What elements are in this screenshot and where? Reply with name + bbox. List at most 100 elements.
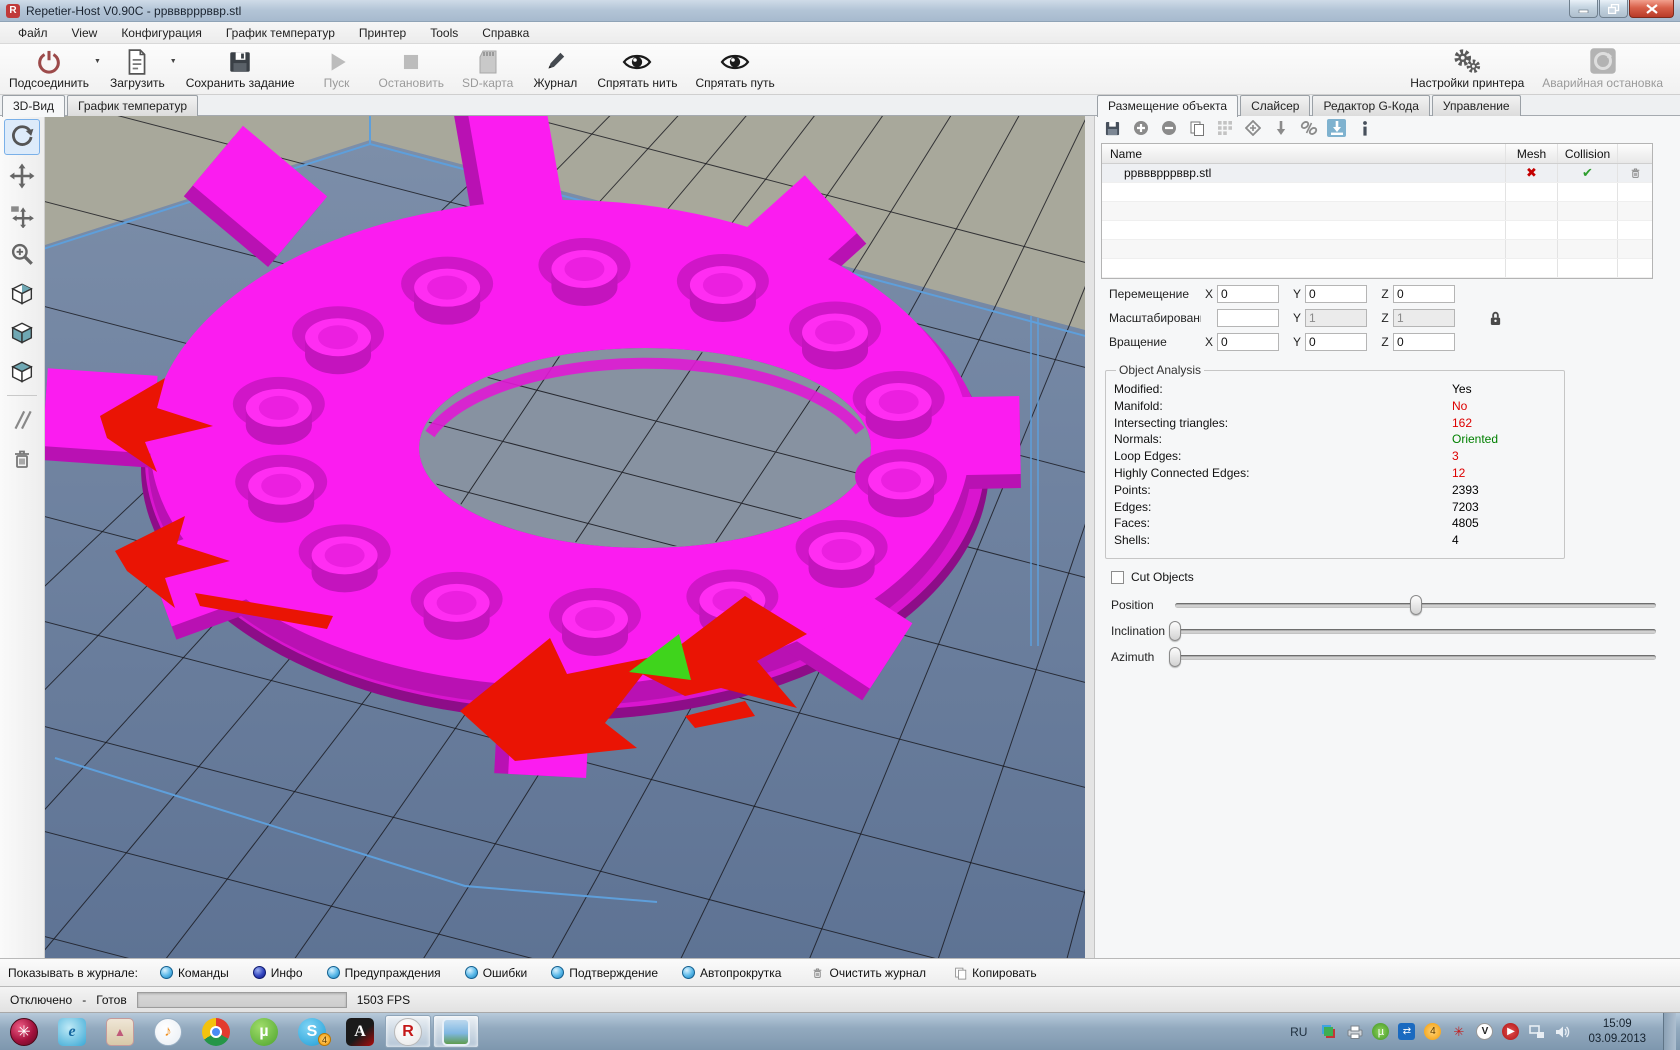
play-tray-icon[interactable]: ▶ bbox=[1502, 1023, 1519, 1040]
save-object-icon[interactable] bbox=[1103, 119, 1122, 137]
front-view-button[interactable] bbox=[4, 314, 40, 350]
delete-object-button[interactable] bbox=[4, 441, 40, 477]
toolbar-button-hide-filament-eye[interactable]: Спрятать нить bbox=[588, 44, 686, 94]
dropdown-arrow-icon[interactable]: ▼ bbox=[94, 58, 101, 65]
taskbar-a-app-icon[interactable]: A bbox=[337, 1015, 383, 1048]
toolbar-button-play[interactable]: Пуск bbox=[304, 44, 370, 94]
copy-object-icon[interactable] bbox=[1187, 119, 1206, 137]
center-object-icon[interactable] bbox=[1243, 119, 1262, 137]
azimuth-slider[interactable] bbox=[1175, 646, 1656, 668]
taskbar-repetier-host-icon[interactable]: R bbox=[385, 1015, 431, 1048]
toolbar-button-load-file[interactable]: Загрузить bbox=[101, 44, 174, 94]
network-tray-icon[interactable] bbox=[1528, 1023, 1545, 1040]
log-toggle-подтверждение[interactable]: Подтверждение bbox=[551, 966, 658, 980]
translation-x-input[interactable] bbox=[1217, 285, 1279, 303]
parallel-projection-button[interactable] bbox=[4, 402, 40, 438]
log-toggle-автопрокрутка[interactable]: Автопрокрутка bbox=[682, 966, 781, 980]
menu-item-1[interactable]: Файл bbox=[6, 23, 60, 43]
move-object-button[interactable] bbox=[4, 197, 40, 233]
panel-tab-1[interactable]: Размещение объекта bbox=[1097, 95, 1238, 117]
mesh-status-icon[interactable]: ✖ bbox=[1506, 164, 1558, 182]
taskbar-ie-browser-icon[interactable]: e bbox=[49, 1015, 95, 1048]
cut-objects-checkbox[interactable] bbox=[1111, 571, 1124, 584]
move-view-button[interactable] bbox=[4, 158, 40, 194]
translation-z-input[interactable] bbox=[1393, 285, 1455, 303]
minimize-button[interactable] bbox=[1569, 0, 1598, 18]
menu-item-4[interactable]: График температур bbox=[214, 23, 347, 43]
column-name[interactable]: Name bbox=[1102, 144, 1506, 163]
slider-thumb[interactable] bbox=[1169, 647, 1181, 667]
autoposition-icon[interactable] bbox=[1215, 119, 1234, 137]
top-view-button[interactable] bbox=[4, 353, 40, 389]
utorrent-tray-icon[interactable]: µ bbox=[1372, 1023, 1389, 1040]
table-row[interactable]: ppвввpppввp.stl✖✔ bbox=[1102, 164, 1652, 183]
taskbar-utorrent-icon[interactable]: µ bbox=[241, 1015, 287, 1048]
menu-item-5[interactable]: Принтер bbox=[347, 23, 418, 43]
log-button-clear[interactable]: Очистить журнал bbox=[811, 966, 926, 980]
dropdown-arrow-icon[interactable]: ▼ bbox=[170, 58, 177, 65]
restore-button[interactable] bbox=[1599, 0, 1628, 18]
taskbar-start-orb[interactable]: ✳ bbox=[1, 1015, 47, 1048]
log-toggle-ошибки[interactable]: Ошибки bbox=[465, 966, 528, 980]
taskbar-archive-folder-icon[interactable]: ▲ bbox=[97, 1015, 143, 1048]
isometric-view-button[interactable] bbox=[4, 275, 40, 311]
display-settings-icon[interactable] bbox=[1320, 1023, 1337, 1040]
antivirus-star-icon[interactable]: ✳ bbox=[1450, 1023, 1467, 1040]
toolbar-button-hide-travel-eye[interactable]: Спрятать путь bbox=[687, 44, 784, 94]
translation-y-input[interactable] bbox=[1305, 285, 1367, 303]
inclination-slider[interactable] bbox=[1175, 620, 1656, 642]
position-slider[interactable] bbox=[1175, 594, 1656, 616]
taskbar-image-viewer-icon[interactable] bbox=[433, 1015, 479, 1048]
view-tab-2[interactable]: График температур bbox=[67, 95, 198, 116]
v-app-icon[interactable]: V bbox=[1476, 1023, 1493, 1040]
show-desktop-button[interactable] bbox=[1663, 1013, 1676, 1050]
add-object-icon[interactable] bbox=[1131, 119, 1150, 137]
column-mesh[interactable]: Mesh bbox=[1506, 144, 1558, 163]
view-tab-1[interactable]: 3D-Вид bbox=[2, 95, 65, 117]
panel-tab-2[interactable]: Слайсер bbox=[1240, 95, 1310, 116]
language-indicator[interactable]: RU bbox=[1290, 1025, 1307, 1039]
toolbar-button-printer-settings-gears[interactable]: Настройки принтера bbox=[1401, 44, 1533, 94]
scale-x-input[interactable] bbox=[1217, 309, 1279, 327]
remove-object-icon[interactable] bbox=[1159, 119, 1178, 137]
taskbar-clock[interactable]: 15:09 03.09.2013 bbox=[1580, 1017, 1654, 1046]
log-button-copy[interactable]: Копировать bbox=[954, 966, 1037, 980]
taskbar-music-player-icon[interactable]: ♪ bbox=[145, 1015, 191, 1048]
scale-z-input[interactable] bbox=[1393, 309, 1455, 327]
collision-status-icon[interactable]: ✔ bbox=[1558, 164, 1618, 182]
viewport-3d[interactable] bbox=[45, 116, 1085, 958]
toolbar-button-log-pencil[interactable]: Журнал bbox=[522, 44, 588, 94]
menu-item-6[interactable]: Tools bbox=[418, 23, 470, 43]
toolbar-button-power[interactable]: Подсоединить bbox=[0, 44, 98, 94]
toolbar-button-emergency-stop[interactable]: Аварийная остановка bbox=[1533, 44, 1672, 94]
log-toggle-предупраждения[interactable]: Предупраждения bbox=[327, 966, 441, 980]
menu-item-2[interactable]: View bbox=[60, 23, 110, 43]
rotation-z-input[interactable] bbox=[1393, 333, 1455, 351]
menu-item-3[interactable]: Конфигурация bbox=[109, 23, 214, 43]
rotation-x-input[interactable] bbox=[1217, 333, 1279, 351]
teamviewer-tray-icon[interactable]: ⇄ bbox=[1398, 1023, 1415, 1040]
column-collision[interactable]: Collision bbox=[1558, 144, 1618, 163]
panel-divider[interactable] bbox=[1085, 116, 1095, 958]
log-toggle-инфо[interactable]: Инфо bbox=[253, 966, 303, 980]
slider-thumb[interactable] bbox=[1410, 595, 1422, 615]
menu-item-7[interactable]: Справка bbox=[470, 23, 541, 43]
split-object-icon[interactable] bbox=[1299, 119, 1318, 137]
volume-icon[interactable] bbox=[1554, 1023, 1571, 1040]
zoom-view-button[interactable] bbox=[4, 236, 40, 272]
toolbar-button-stop[interactable]: Остановить bbox=[370, 44, 454, 94]
log-toggle-команды[interactable]: Команды bbox=[160, 966, 229, 980]
rotation-y-input[interactable] bbox=[1305, 333, 1367, 351]
taskbar-skype-icon[interactable]: S4 bbox=[289, 1015, 335, 1048]
toolbar-button-sd-card[interactable]: SD-карта bbox=[453, 44, 522, 94]
update-badge-icon[interactable]: 4 bbox=[1424, 1023, 1441, 1040]
delete-row-button[interactable] bbox=[1618, 166, 1652, 180]
drop-object-icon[interactable] bbox=[1271, 119, 1290, 137]
rotate-view-button[interactable] bbox=[4, 119, 40, 155]
object-info-icon[interactable] bbox=[1355, 119, 1374, 137]
toolbar-button-save-job[interactable]: Сохранить задание bbox=[177, 44, 304, 94]
snap-to-bed-icon[interactable] bbox=[1327, 119, 1346, 137]
panel-tab-4[interactable]: Управление bbox=[1432, 95, 1521, 116]
panel-tab-3[interactable]: Редактор G-Кода bbox=[1312, 95, 1429, 116]
taskbar-chrome-browser-icon[interactable] bbox=[193, 1015, 239, 1048]
